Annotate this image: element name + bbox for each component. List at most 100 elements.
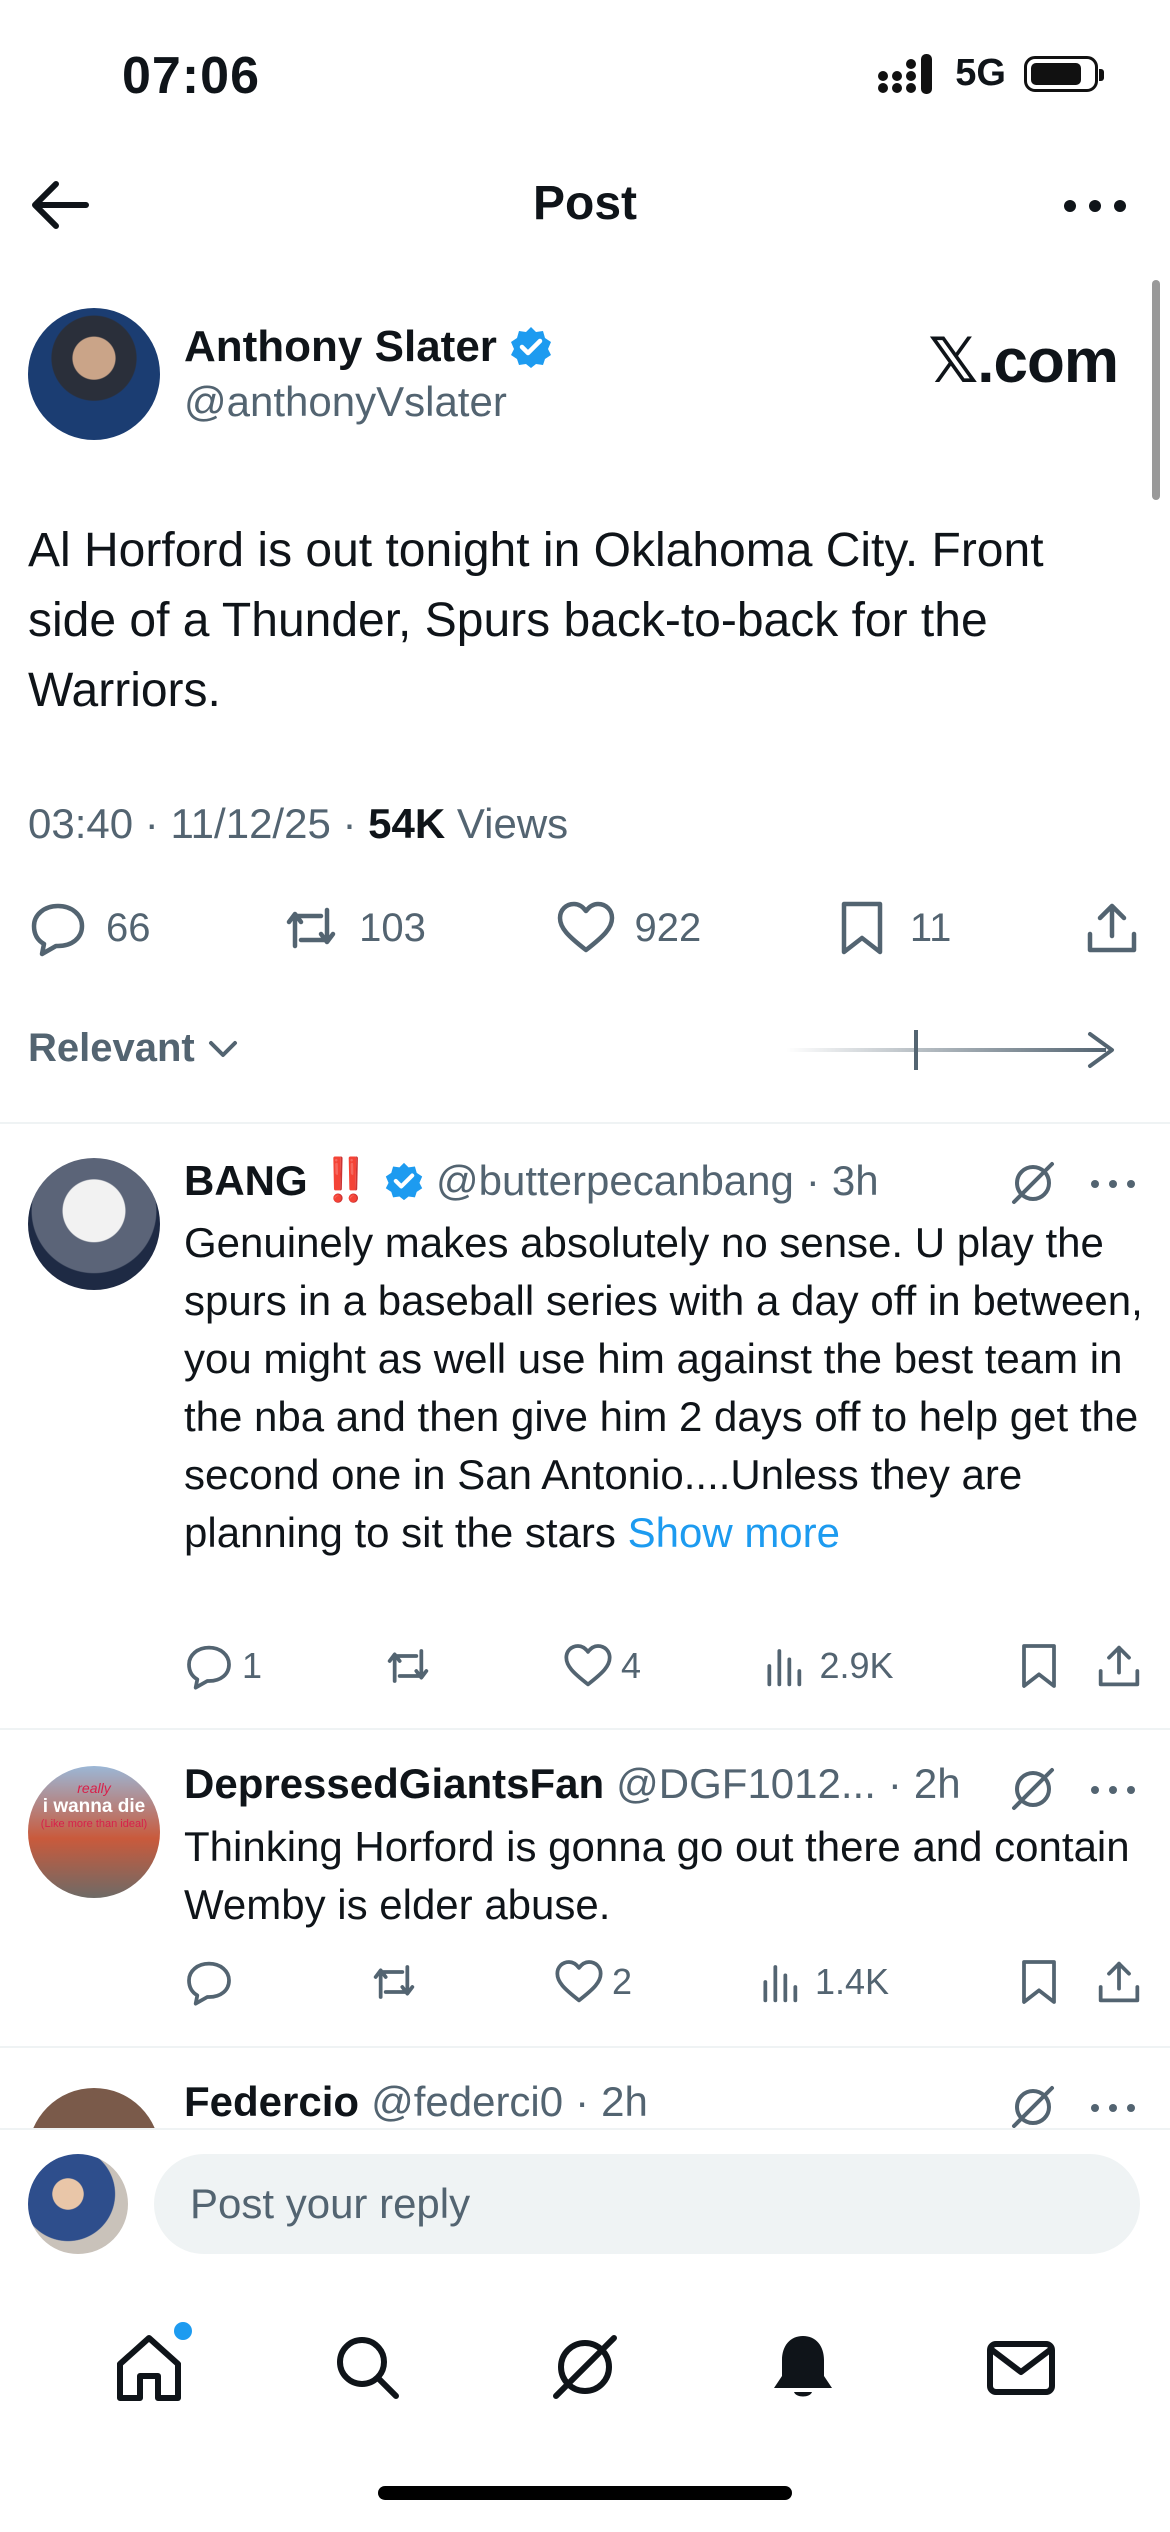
reply-button[interactable] [184, 1957, 244, 2007]
reply-extra-actions [1014, 1641, 1144, 1691]
network-label: 5G [955, 52, 1006, 94]
analytics-icon [767, 1649, 802, 1687]
heart-icon [558, 901, 615, 953]
share-icon [1087, 903, 1137, 953]
reply-author-handle[interactable]: @butterpecanbang [436, 1157, 794, 1205]
bell-icon [774, 2336, 832, 2397]
reply-time: 2h [601, 2078, 648, 2125]
reply-button[interactable]: 66 [28, 898, 151, 958]
author-name-row[interactable]: Anthony Slater [184, 322, 553, 372]
x-com-watermark: 𝕏.com [928, 327, 1119, 396]
reply-extra-actions [1014, 1957, 1144, 2007]
like-button[interactable]: 4 [563, 1641, 641, 1691]
like-count: 2 [611, 1961, 632, 2002]
reply-author-name[interactable]: DepressedGiantsFan [184, 1760, 604, 1808]
reply-count: 1 [242, 1645, 263, 1686]
share-button[interactable] [1082, 898, 1142, 958]
reply-text: Thinking Horford is gonna go out there a… [184, 1823, 1130, 1928]
views-count: 1.4K [814, 1961, 889, 2002]
reply-author-handle[interactable]: @federci0 [371, 2078, 563, 2126]
tab-messages[interactable] [984, 2330, 1058, 2404]
reply-author-name[interactable]: BANG [184, 1157, 308, 1205]
tab-notifications[interactable] [766, 2330, 840, 2404]
views-label: Views [456, 800, 569, 847]
sort-dropdown[interactable]: Relevant [28, 1026, 241, 1071]
grok-icon[interactable] [1008, 1158, 1058, 1208]
tab-home[interactable] [112, 2322, 192, 2404]
author-name[interactable]: Anthony Slater [184, 322, 497, 372]
grok-icon [553, 2335, 617, 2399]
reply-avatar[interactable]: really i wanna die (Like more than ideal… [28, 1766, 160, 1898]
bookmark-icon[interactable] [1014, 1641, 1064, 1691]
notification-dot [174, 2322, 192, 2340]
reply-body: Genuinely makes absolutely no sense. U p… [184, 1219, 1143, 1556]
views-button[interactable]: 2.9K [761, 1641, 894, 1691]
like-count: 4 [620, 1645, 641, 1686]
post-meta: 03:40 · 11/12/25 · 54K Views [28, 800, 569, 847]
post-actions: 66 103 922 11 [28, 888, 1142, 968]
bookmark-button[interactable]: 11 [832, 898, 951, 958]
search-icon [337, 2337, 399, 2399]
like-count: 922 [634, 905, 702, 950]
share-icon[interactable] [1094, 1641, 1144, 1691]
scrollbar[interactable] [1152, 280, 1160, 500]
author-avatar[interactable] [28, 308, 160, 440]
reply-text: Genuinely makes absolutely no sense. U p… [184, 1214, 1144, 1562]
status-time: 07:06 [122, 47, 260, 105]
reply-author-name[interactable]: Federcio [184, 2078, 359, 2126]
repost-button[interactable] [383, 1641, 443, 1691]
chevron-down-icon [208, 1040, 237, 1057]
more-options-icon[interactable] [1088, 1780, 1138, 1800]
reply-time: 2h [913, 1760, 961, 1807]
show-more-link[interactable]: Show more [628, 1509, 840, 1556]
bookmark-icon[interactable] [1014, 1957, 1064, 2007]
mail-icon [987, 2341, 1055, 2395]
swipe-arrow-icon [786, 1030, 1114, 1070]
more-options-icon[interactable] [1060, 188, 1130, 224]
home-indicator[interactable] [378, 2486, 792, 2500]
like-button[interactable]: 2 [554, 1957, 632, 2007]
reply-actions: 1 4 2.9K [184, 1636, 1144, 1696]
author-handle[interactable]: @anthonyVslater [184, 378, 507, 426]
repost-button[interactable]: 103 [281, 898, 426, 958]
grok-icon[interactable] [1008, 1764, 1058, 1814]
like-button[interactable]: 922 [556, 898, 701, 958]
reply-name-emoji: ‼️ [319, 1156, 372, 1203]
more-options-icon[interactable] [1088, 1174, 1138, 1194]
repost-button[interactable] [369, 1957, 429, 2007]
views-button[interactable]: 1.4K [757, 1957, 889, 2007]
reply-input[interactable] [154, 2154, 1140, 2254]
bottom-tab-bar [0, 2292, 1170, 2442]
tab-search[interactable] [330, 2330, 404, 2404]
reply-icon [31, 903, 85, 957]
reply-author-handle[interactable]: @DGF1012... [616, 1760, 876, 1808]
reply-button[interactable]: 1 [184, 1641, 262, 1691]
repost-icon [286, 907, 336, 949]
reply-avatar[interactable] [28, 2088, 160, 2128]
analytics-icon [763, 1965, 798, 2003]
bookmark-icon [841, 901, 883, 955]
grok-icon[interactable] [1008, 2082, 1058, 2128]
reply-count: 66 [106, 905, 151, 950]
reply-avatar[interactable] [28, 1158, 160, 1290]
reply-actions: 2 1.4K [184, 1952, 1144, 2012]
battery-icon [1024, 55, 1104, 92]
reply-header: Federcio @federci0 · 2h [184, 2078, 648, 2126]
post-date: 11/12/25 [170, 800, 331, 847]
verified-badge-icon [385, 1162, 423, 1200]
avatar-caption-2: i wanna die [42, 1796, 146, 1817]
reply-header: DepressedGiantsFan @DGF1012... · 2h [184, 1760, 961, 1808]
more-options-icon[interactable] [1088, 2098, 1138, 2118]
reply-time: 3h [831, 1156, 879, 1204]
avatar-caption-1: really [77, 1780, 111, 1796]
sort-label: Relevant [28, 1026, 195, 1070]
reply-item[interactable]: really i wanna die (Like more than ideal… [0, 1730, 1170, 2040]
repost-count: 103 [359, 905, 426, 950]
reply-header: BANG ‼️ @butterpecanbang · 3h [184, 1156, 879, 1205]
home-icon [117, 2335, 181, 2401]
share-icon[interactable] [1094, 1957, 1144, 2007]
current-user-avatar[interactable] [28, 2154, 128, 2254]
reply-item[interactable]: Federcio @federci0 · 2h [0, 2048, 1170, 2128]
reply-item[interactable]: BANG ‼️ @butterpecanbang · 3h Genuinely … [0, 1124, 1170, 1724]
tab-grok[interactable] [548, 2330, 622, 2404]
